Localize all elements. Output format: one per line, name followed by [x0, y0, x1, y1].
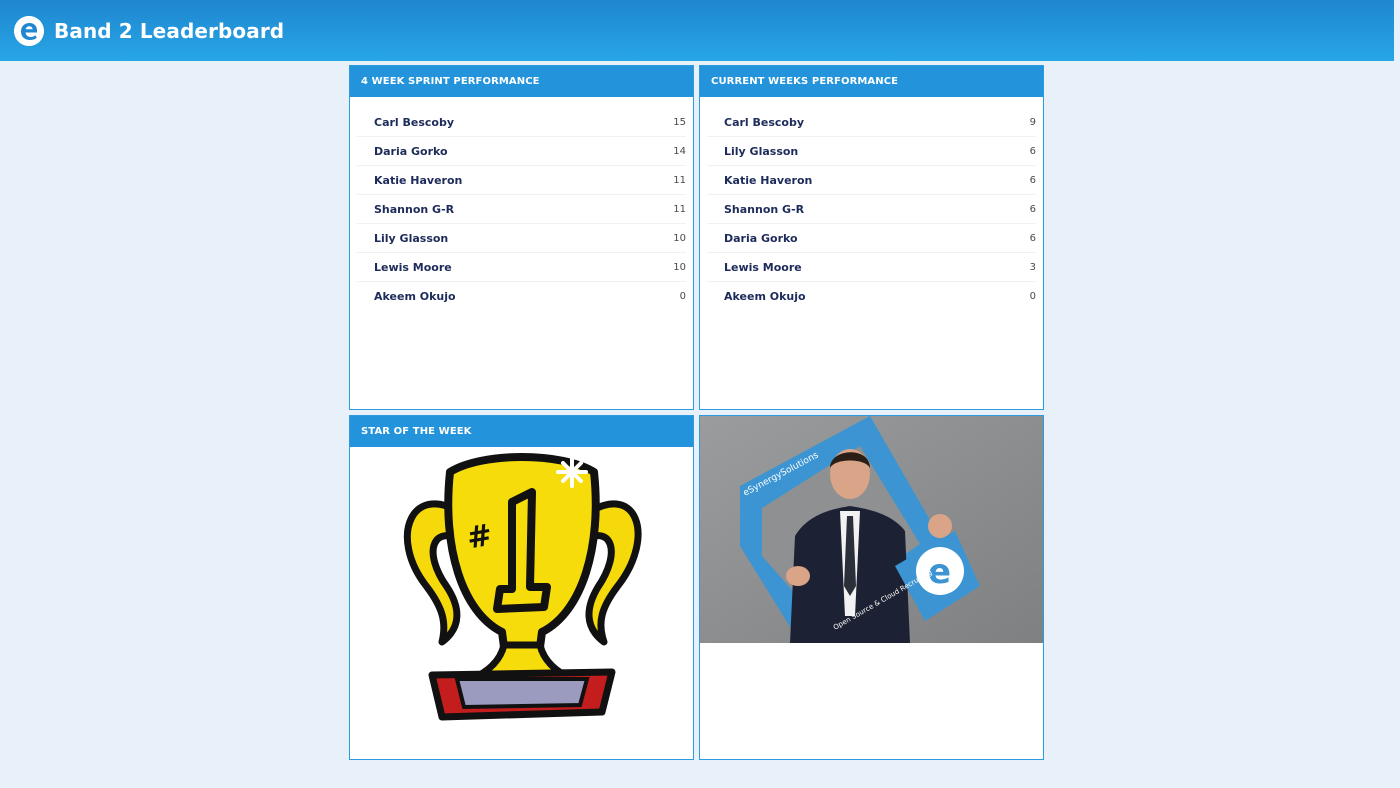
player-score: 9	[1029, 116, 1036, 128]
player-score: 0	[679, 291, 686, 302]
list-item: Daria Gorko 14	[357, 137, 686, 166]
player-score: 6	[1029, 232, 1036, 244]
list-item: Akeem Okujo 0	[707, 282, 1036, 311]
player-name: Katie Haveron	[724, 173, 813, 187]
player-score: 6	[1029, 203, 1036, 215]
player-score: 3	[1029, 261, 1036, 273]
week-leaderboard-list: Carl Bescoby 9 Lily Glasson 6 Katie Havero…	[700, 97, 1043, 311]
star-of-the-week-photo: e eSynergySolutions Open Source & Cloud …	[700, 416, 1043, 643]
player-score: 10	[673, 261, 686, 273]
player-name: Akeem Okujo	[724, 290, 806, 303]
trophy-number-one-icon: #	[350, 447, 693, 759]
list-item: Akeem Okujo 0	[357, 282, 686, 311]
list-item: Carl Bescoby 9	[707, 108, 1036, 137]
player-name: Carl Bescoby	[374, 115, 455, 129]
list-item: Shannon G-R 6	[707, 195, 1036, 224]
panel-title: STAR OF THE WEEK	[350, 416, 693, 447]
scrollbar-track[interactable]	[1394, 0, 1400, 788]
player-score: 0	[1029, 291, 1036, 302]
sprint-performance-panel: 4 WEEK SPRINT PERFORMANCE Carl Bescoby 15…	[349, 65, 694, 410]
list-item: Shannon G-R 11	[357, 195, 686, 224]
player-name: Carl Bescoby	[724, 115, 805, 129]
player-name: Lily Glasson	[724, 144, 799, 158]
panel-title: CURRENT WEEKS PERFORMANCE	[700, 66, 1043, 97]
panel-title: 4 WEEK SPRINT PERFORMANCE	[350, 66, 693, 97]
player-name: Shannon G-R	[374, 202, 455, 216]
list-item: Lewis Moore 10	[357, 253, 686, 282]
current-week-performance-panel: CURRENT WEEKS PERFORMANCE Carl Bescoby 9 …	[699, 65, 1044, 410]
top-bar: Band 2 Leaderboard	[0, 0, 1394, 61]
player-score: 11	[673, 174, 686, 186]
app-title: Band 2 Leaderboard	[54, 18, 285, 43]
sprint-leaderboard-list: Carl Bescoby 15 Daria Gorko 14 Katie Haver…	[350, 97, 693, 311]
list-item: Lily Glasson 10	[357, 224, 686, 253]
photo-panel: e eSynergySolutions Open Source & Cloud …	[699, 415, 1044, 760]
list-item: Daria Gorko 6	[707, 224, 1036, 253]
esynergy-e-logo-icon[interactable]	[14, 15, 44, 46]
player-name: Lily Glasson	[374, 231, 449, 245]
player-score: 14	[673, 145, 686, 157]
star-of-the-week-panel: STAR OF THE WEEK #	[349, 415, 694, 760]
player-score: 6	[1029, 145, 1036, 157]
player-name: Lewis Moore	[724, 260, 802, 274]
player-name: Akeem Okujo	[374, 290, 456, 303]
player-name: Katie Haveron	[374, 173, 463, 187]
player-score: 6	[1029, 174, 1036, 186]
player-score: 10	[673, 232, 686, 244]
player-name: Daria Gorko	[724, 231, 798, 245]
player-name: Shannon G-R	[724, 202, 805, 216]
list-item: Katie Haveron 11	[357, 166, 686, 195]
player-score: 11	[673, 203, 686, 215]
player-name: Daria Gorko	[374, 144, 448, 158]
list-item: Carl Bescoby 15	[357, 108, 686, 137]
player-score: 15	[673, 116, 686, 128]
player-name: Lewis Moore	[374, 260, 452, 274]
list-item: Katie Haveron 6	[707, 166, 1036, 195]
list-item: Lewis Moore 3	[707, 253, 1036, 282]
list-item: Lily Glasson 6	[707, 137, 1036, 166]
